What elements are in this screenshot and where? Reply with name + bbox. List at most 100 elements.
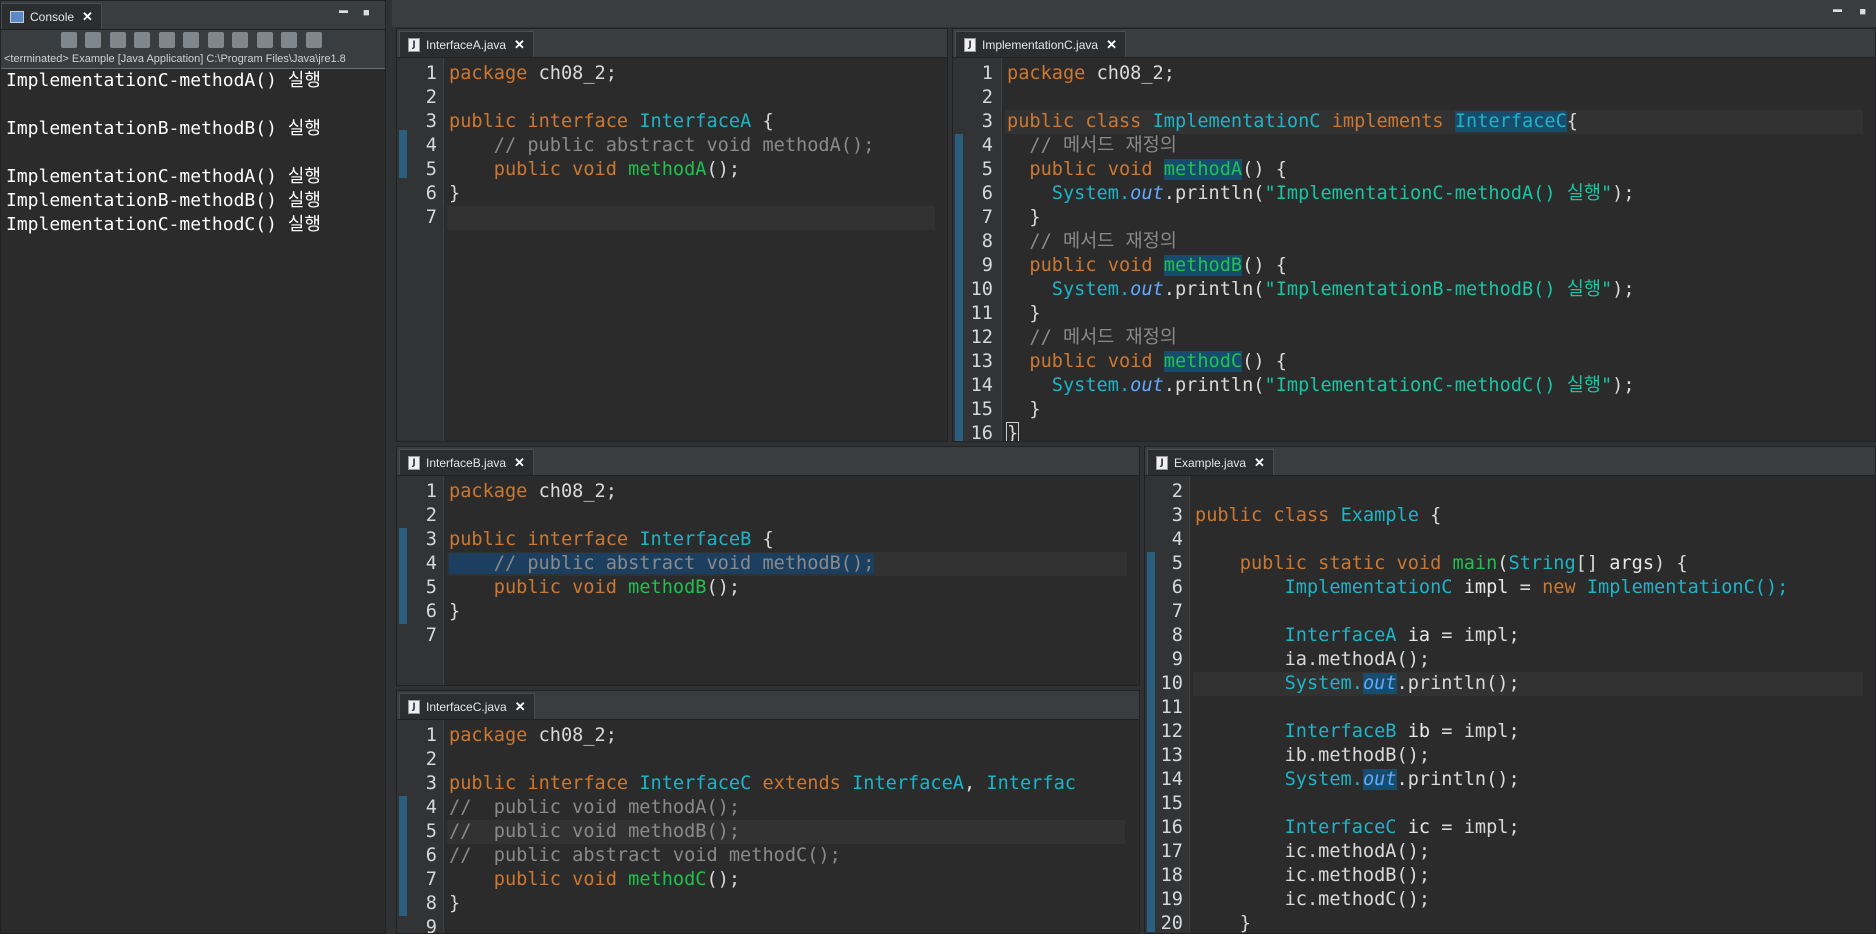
- close-icon[interactable]: ✕: [1106, 37, 1117, 53]
- package-name: ch08_2;: [538, 725, 617, 746]
- type-name: ImplementationC: [1284, 577, 1453, 598]
- line-number: 6: [425, 845, 437, 866]
- code-editor[interactable]: 1 2 3 4 5 6 7 8 9 package ch08_2; public…: [397, 720, 1139, 933]
- vertical-scrollbar[interactable]: [1863, 476, 1875, 933]
- tab-example[interactable]: J Example.java ✕: [1147, 449, 1274, 475]
- terminate-icon[interactable]: [85, 32, 102, 48]
- code-lines: package ch08_2; public interface Interfa…: [447, 724, 1125, 933]
- display-console-icon[interactable]: [281, 32, 298, 48]
- line-number: 9: [1171, 649, 1183, 670]
- code-line: System.out.println("ImplementationC-meth…: [1005, 182, 1875, 206]
- keyword: void: [1107, 255, 1153, 276]
- code-line: public void methodA() {: [1005, 158, 1875, 182]
- maximize-icon[interactable]: ■: [363, 7, 370, 19]
- punct: =: [1430, 625, 1464, 646]
- brace: }: [449, 893, 461, 914]
- comment: // 메서드 재정의: [1029, 231, 1177, 252]
- statement: ic.methodA();: [1284, 841, 1431, 862]
- line-number: 1: [981, 63, 993, 84]
- tab-interfaceA[interactable]: J InterfaceA.java ✕: [399, 31, 534, 57]
- word-wrap-icon[interactable]: [183, 32, 200, 48]
- keyword: void: [572, 869, 617, 890]
- comment: // 메서드 재정의: [1029, 327, 1177, 348]
- code-editor[interactable]: 1 2 3 4 5 6 7 package ch08_2; public int…: [397, 476, 1139, 685]
- line-number: 4: [981, 135, 993, 156]
- tab-label: Console: [30, 9, 75, 24]
- code-line: public void methodB();: [447, 576, 1139, 600]
- line-numbers: 1 2 3 4 5 6 7: [397, 480, 443, 648]
- close-icon[interactable]: ✕: [1254, 455, 1265, 471]
- type-name: System.: [1051, 279, 1131, 300]
- tab-console[interactable]: Console ✕: [1, 3, 102, 29]
- close-icon[interactable]: ✕: [515, 699, 526, 715]
- line-number: 6: [425, 601, 437, 622]
- tab-interfaceC[interactable]: J InterfaceC.java ✕: [399, 693, 535, 719]
- keyword: public: [493, 869, 561, 890]
- keyword: public: [493, 577, 561, 598]
- code-editor[interactable]: 2 3 4 5 6 7 8 9 10 11 12 13 14 15 16 17 …: [1145, 476, 1875, 933]
- keyword: void: [1396, 553, 1442, 574]
- close-icon[interactable]: ✕: [82, 9, 93, 25]
- code-line: ic.methodC();: [1193, 888, 1875, 912]
- string-literal: "ImplementationC-methodA() 실행": [1264, 183, 1613, 204]
- tab-label: ImplementationC.java: [982, 37, 1099, 52]
- line-number: 4: [425, 135, 437, 156]
- editor-implementationC: J ImplementationC.java ✕ 1 2 3 4 5 6 7 8…: [952, 28, 1876, 442]
- code-line: public interface InterfaceC extends Inte…: [447, 772, 1125, 796]
- keyword: public: [449, 111, 517, 132]
- scroll-lock-icon[interactable]: [158, 32, 175, 48]
- code-line: // public abstract void methodC();: [447, 844, 1125, 868]
- tab-label: InterfaceC.java: [426, 699, 507, 714]
- line-number: 5: [425, 159, 437, 180]
- java-file-icon: J: [1156, 455, 1168, 470]
- remove-all-icon[interactable]: [134, 32, 151, 48]
- pin-console-icon[interactable]: [256, 32, 273, 48]
- value: impl;: [1463, 721, 1520, 742]
- punct: ,: [964, 773, 987, 794]
- code-line: System.out.println("ImplementationB-meth…: [1005, 278, 1875, 302]
- tab-interfaceB[interactable]: J InterfaceB.java ✕: [399, 449, 534, 475]
- vertical-scrollbar[interactable]: [1127, 720, 1139, 933]
- punct: .println();: [1396, 769, 1520, 790]
- line-number: 4: [425, 797, 437, 818]
- tabbar: J InterfaceC.java ✕: [397, 691, 1139, 720]
- code-editor[interactable]: 1 2 3 4 5 6 7 8 9 10 11 12 13 14 15 16 p…: [953, 58, 1875, 441]
- show-stdout-icon[interactable]: [207, 32, 224, 48]
- console-line: ImplementationB-methodB() 실행: [6, 190, 321, 211]
- line-number: 4: [425, 553, 437, 574]
- keyword: public: [1007, 111, 1075, 132]
- minimize-icon[interactable]: ▬: [339, 5, 348, 15]
- close-icon[interactable]: ✕: [514, 37, 525, 53]
- code-line: ic.methodA();: [1193, 840, 1875, 864]
- code-line: InterfaceC ic = impl;: [1193, 816, 1875, 840]
- statement: ia.methodA();: [1284, 649, 1431, 670]
- minimize-icon[interactable]: ▬: [1833, 4, 1842, 14]
- vertical-scrollbar[interactable]: [1863, 58, 1875, 441]
- type-name: InterfaceA: [852, 773, 965, 794]
- close-icon[interactable]: ✕: [514, 455, 525, 471]
- type-name: ImplementationC();: [1586, 577, 1789, 598]
- var-name: ic: [1407, 817, 1431, 838]
- editor-interfaceA: J InterfaceA.java ✕ 1 2 3 4 5 6 7 packag…: [396, 28, 948, 442]
- method-name: main: [1452, 553, 1498, 574]
- open-console-icon[interactable]: [305, 32, 322, 48]
- tab-label: InterfaceB.java: [426, 455, 507, 470]
- code-editor[interactable]: 1 2 3 4 5 6 7 package ch08_2; public int…: [397, 58, 947, 441]
- maximize-icon[interactable]: ■: [1859, 6, 1866, 18]
- keyword: class: [1273, 505, 1330, 526]
- punct: ();: [706, 159, 741, 180]
- vertical-scrollbar[interactable]: [1127, 476, 1139, 685]
- show-stderr-icon[interactable]: [232, 32, 249, 48]
- remove-launch-icon[interactable]: [109, 32, 126, 48]
- clear-console-icon[interactable]: [61, 32, 77, 48]
- vertical-scrollbar[interactable]: [935, 58, 947, 441]
- line-number: 1: [425, 63, 437, 84]
- tab-implementationC[interactable]: J ImplementationC.java ✕: [955, 31, 1126, 57]
- line-number: 2: [425, 87, 437, 108]
